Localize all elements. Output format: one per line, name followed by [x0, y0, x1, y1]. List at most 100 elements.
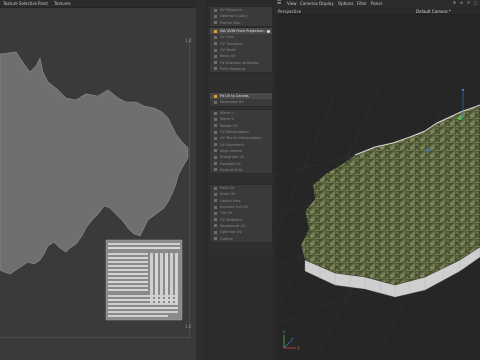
command-label: Optimal (Cubic)	[220, 14, 248, 19]
menu-filter[interactable]: Filter	[357, 1, 367, 6]
command-icon	[214, 211, 217, 215]
perspective-viewport[interactable]: View Cameras Display Options Filter Pane…	[275, 0, 480, 360]
menu-options[interactable]: Options	[338, 1, 353, 6]
command-label: Rotate UV	[220, 123, 238, 128]
command-snap-to-grid[interactable]: Snap to Grid	[210, 167, 272, 173]
command-panel-empty-area	[209, 256, 273, 360]
blue-marker-icon[interactable]	[426, 148, 430, 152]
uv-editor-menubar: Texture Selection Paint Textures	[0, 0, 196, 8]
command-icon	[214, 192, 217, 196]
axis-x-label: X	[297, 346, 300, 351]
command-icon	[214, 54, 217, 58]
command-label: Mirror V	[220, 117, 234, 122]
command-icon	[214, 61, 217, 65]
command-label: Pack UV	[220, 186, 235, 191]
command-label: Normalize UV	[220, 100, 244, 105]
command-label: Align Seams	[220, 148, 242, 153]
move-view-icon[interactable]: ✥	[452, 0, 457, 5]
command-icon	[214, 168, 217, 172]
viewport-header: Perspective Default Camera *	[275, 7, 480, 15]
menu-view[interactable]: View	[287, 1, 297, 6]
command-icon	[214, 149, 217, 153]
command-icon	[214, 21, 217, 25]
command-outline[interactable]: Outline	[210, 235, 272, 241]
viewport-menubar: View Cameras Display Options Filter Pane…	[275, 0, 480, 7]
command-point-mapping[interactable]: Point Mapping	[210, 66, 272, 72]
command-frontal-map[interactable]: Frontal Map	[210, 20, 272, 26]
zoom-view-icon[interactable]: ⊕	[459, 0, 464, 5]
command-icon	[214, 29, 217, 33]
maximize-view-icon[interactable]: ▢	[473, 0, 478, 5]
command-section-2: Set UVW From Projection... UV Grid UV Tr…	[209, 27, 273, 74]
command-label: Fit Selection to Region	[220, 60, 260, 65]
uv-islands-svg	[0, 51, 189, 321]
command-section-4: Mirror U Mirror V Rotate UV UV Manipulat…	[209, 109, 273, 174]
command-icon	[214, 205, 217, 209]
command-label: UV Grid	[220, 35, 234, 40]
command-label: Mirror U	[220, 111, 234, 116]
command-normalize-uv[interactable]: Normalize UV	[210, 99, 272, 105]
command-label: Layout Sets	[220, 198, 241, 203]
command-label: Optimize UV	[220, 230, 242, 235]
command-label: UV Alignment	[220, 142, 245, 147]
command-label: UV Transform	[220, 41, 244, 46]
command-section-1: UV Polygons Optimal (Cubic) Frontal Map	[209, 6, 273, 27]
command-icon	[214, 94, 217, 98]
command-label: Set UVW From Projection...	[220, 29, 267, 34]
menu-texture-selection[interactable]: Texture Selection	[3, 1, 37, 6]
command-icon	[214, 100, 217, 104]
uv-island-skirt-pack[interactable]	[105, 239, 183, 321]
command-label: Fit UV to Canvas	[220, 94, 249, 99]
command-icon	[214, 136, 217, 140]
command-label: UV Manipulation	[220, 130, 249, 135]
terrain-scene[interactable]	[275, 15, 480, 360]
green-marker-icon[interactable]	[458, 116, 462, 120]
command-label: Equalize UV	[220, 161, 241, 166]
command-section-3: Fit UV to Canvas Normalize UV	[209, 92, 273, 107]
menu-textures[interactable]: Textures	[54, 1, 71, 6]
menu-display[interactable]: Display	[319, 1, 334, 6]
command-icon	[214, 162, 217, 166]
axis-gizmo: X Y Z	[282, 330, 300, 351]
command-icon	[214, 143, 217, 147]
command-icon	[214, 35, 217, 39]
command-label: Tile UV	[220, 211, 233, 216]
menu-panel[interactable]: Panel	[371, 1, 382, 6]
command-icon	[214, 111, 217, 115]
uv-editor-panel: Texture Selection Paint Textures 1,0 1,0	[0, 0, 196, 360]
viewport-camera-label[interactable]: Perspective	[278, 9, 301, 14]
command-icon	[214, 237, 217, 241]
terrain-surface[interactable]	[300, 104, 480, 286]
command-label: UV Mode	[220, 48, 236, 53]
command-label: Straighten UV	[220, 155, 245, 160]
axis-z-label: Z	[291, 338, 294, 343]
axis-y-label: Y	[282, 330, 286, 335]
command-label: Equalize Cut UV	[220, 205, 248, 210]
command-icon	[214, 124, 217, 128]
command-section-5: Pack UV Scale UV Layout Sets Equalize Cu…	[209, 184, 273, 243]
options-dot-icon[interactable]	[267, 29, 270, 33]
command-label: Outline	[220, 236, 233, 241]
command-icon	[214, 117, 217, 121]
menu-paint[interactable]: Paint	[38, 1, 48, 6]
uv-canvas[interactable]: 1,0 1,0	[0, 8, 196, 360]
viewport-default-camera[interactable]: Default Camera *	[416, 9, 451, 14]
command-label: Relax UV	[220, 54, 236, 59]
command-label: Point Mapping	[220, 66, 245, 71]
command-icon	[214, 230, 217, 234]
command-icon	[214, 199, 217, 203]
command-icon	[214, 155, 217, 159]
viewport-nav-icons: ✥ ⊕ ⟳ ▢	[452, 0, 478, 5]
viewport-layout-icon[interactable]: ☰	[277, 0, 281, 6]
command-label: Frontal Map	[220, 20, 241, 25]
command-icon	[214, 130, 217, 134]
rotate-view-icon[interactable]: ⟳	[466, 0, 471, 5]
axis-handle-tip-icon[interactable]	[461, 88, 465, 92]
command-icon	[214, 224, 217, 228]
command-icon	[214, 67, 217, 71]
menu-cameras[interactable]: Cameras	[300, 1, 318, 6]
uv-command-panel: UV Polygons Optimal (Cubic) Frontal Map …	[206, 0, 275, 360]
command-icon	[214, 218, 217, 222]
command-icon	[214, 186, 217, 190]
command-label: Snap to Grid	[220, 167, 242, 172]
